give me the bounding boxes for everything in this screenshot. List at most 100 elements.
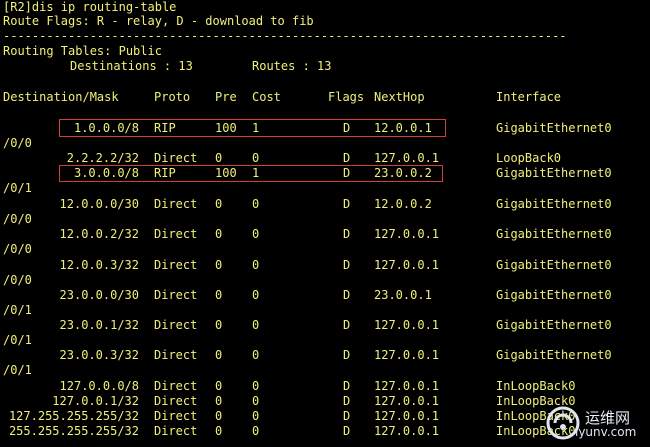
route-nexthop: 127.0.0.1 <box>374 151 440 165</box>
route-preference: 0 <box>215 197 223 211</box>
col-pre: Pre <box>215 90 237 104</box>
route-cost: 0 <box>252 409 260 423</box>
route-nexthop: 127.0.0.1 <box>374 379 440 393</box>
route-interface-wrap: /0/1 <box>3 333 32 347</box>
route-cost: 0 <box>252 227 260 241</box>
route-proto: Direct <box>154 424 198 438</box>
route-preference: 0 <box>215 394 223 408</box>
route-interface: GigabitEthernet0 <box>496 348 612 362</box>
route-flags: D <box>343 394 351 408</box>
route-proto: Direct <box>154 258 198 272</box>
watermark: 运维网 iyunv.com <box>545 405 650 445</box>
route-proto: Direct <box>154 318 198 332</box>
route-flags: D <box>343 258 351 272</box>
route-cost: 0 <box>252 424 260 438</box>
route-cost: 0 <box>252 379 260 393</box>
route-nexthop: 127.0.0.1 <box>374 258 440 272</box>
route-interface: GigabitEthernet0 <box>496 258 612 272</box>
routes-count: Routes : 13 <box>252 59 332 73</box>
route-preference: 0 <box>215 227 223 241</box>
route-interface: GigabitEthernet0 <box>496 288 612 302</box>
route-flags: D <box>343 197 351 211</box>
routing-tables-title: Routing Tables: Public <box>3 44 162 58</box>
route-destination: 12.0.0.0/30 <box>59 197 139 211</box>
route-interface: GigabitEthernet0 <box>496 166 612 180</box>
route-preference: 0 <box>215 424 223 438</box>
col-destination: Destination/Mask <box>3 90 119 104</box>
separator-line: ----------------------------------------… <box>3 29 567 43</box>
route-interface: GigabitEthernet0 <box>496 227 612 241</box>
route-destination: 2.2.2.2/32 <box>66 151 139 165</box>
route-interface-wrap: /0/0 <box>3 136 32 150</box>
route-destination: 255.255.255.255/32 <box>8 424 139 438</box>
route-interface-wrap: /0/1 <box>3 363 32 377</box>
route-proto: Direct <box>154 227 198 241</box>
route-flags: D <box>343 409 351 423</box>
route-nexthop: 127.0.0.1 <box>374 227 440 241</box>
col-flags: Flags <box>328 90 365 104</box>
route-destination: 127.255.255.255/32 <box>8 409 139 423</box>
highlight-box <box>59 165 443 182</box>
route-destination: 127.0.0.0/8 <box>59 379 139 393</box>
route-nexthop: 23.0.0.1 <box>374 288 432 302</box>
route-proto: Direct <box>154 379 198 393</box>
route-interface: GigabitEthernet0 <box>496 121 612 135</box>
route-flags: D <box>343 348 351 362</box>
route-interface: GigabitEthernet0 <box>496 318 612 332</box>
route-cost: 0 <box>252 348 260 362</box>
route-proto: Direct <box>154 288 198 302</box>
command-line: [R2]dis ip routing-table <box>3 0 177 14</box>
route-nexthop: 127.0.0.1 <box>374 424 440 438</box>
route-destination: 12.0.0.2/32 <box>59 227 139 241</box>
route-destination: 23.0.0.1/32 <box>59 318 139 332</box>
route-preference: 0 <box>215 258 223 272</box>
terminal-window: [R2]dis ip routing-table Route Flags: R … <box>0 0 650 447</box>
col-interface: Interface <box>496 90 562 104</box>
route-interface: GigabitEthernet0 <box>496 197 612 211</box>
route-destination: 23.0.0.0/30 <box>59 288 139 302</box>
route-interface-wrap: /0/1 <box>3 303 32 317</box>
route-cost: 0 <box>252 197 260 211</box>
route-flags-legend: Route Flags: R - relay, D - download to … <box>3 14 314 28</box>
route-flags: D <box>343 288 351 302</box>
col-proto: Proto <box>154 90 191 104</box>
route-preference: 0 <box>215 288 223 302</box>
route-proto: Direct <box>154 151 198 165</box>
route-proto: Direct <box>154 394 198 408</box>
route-flags: D <box>343 379 351 393</box>
route-cost: 0 <box>252 151 260 165</box>
route-nexthop: 127.0.0.1 <box>374 409 440 423</box>
destinations-count: Destinations : 13 <box>70 59 193 73</box>
route-proto: Direct <box>154 197 198 211</box>
route-interface-wrap: /0/0 <box>3 242 32 256</box>
route-interface: InLoopBack0 <box>496 379 576 393</box>
route-nexthop: 127.0.0.1 <box>374 394 440 408</box>
route-proto: Direct <box>154 409 198 423</box>
route-destination: 23.0.0.3/32 <box>59 348 139 362</box>
route-flags: D <box>343 227 351 241</box>
route-preference: 0 <box>215 151 223 165</box>
route-cost: 0 <box>252 258 260 272</box>
route-interface-wrap: /0/1 <box>3 181 32 195</box>
route-nexthop: 12.0.0.2 <box>374 197 432 211</box>
route-cost: 0 <box>252 394 260 408</box>
route-nexthop: 127.0.0.1 <box>374 318 440 332</box>
route-flags: D <box>343 424 351 438</box>
route-flags: D <box>343 318 351 332</box>
route-destination: 12.0.0.3/32 <box>59 258 139 272</box>
route-interface-wrap: /0/0 <box>3 212 32 226</box>
watermark-site-url: iyunv.com <box>575 425 637 439</box>
route-cost: 0 <box>252 318 260 332</box>
route-nexthop: 127.0.0.1 <box>374 348 440 362</box>
route-preference: 0 <box>215 318 223 332</box>
route-interface: LoopBack0 <box>496 151 562 165</box>
route-interface-wrap: /0/0 <box>3 273 32 287</box>
route-preference: 0 <box>215 409 223 423</box>
route-cost: 0 <box>252 288 260 302</box>
route-preference: 0 <box>215 348 223 362</box>
route-proto: Direct <box>154 348 198 362</box>
highlight-box <box>59 119 446 137</box>
route-preference: 0 <box>215 379 223 393</box>
col-cost: Cost <box>252 90 281 104</box>
route-flags: D <box>343 151 351 165</box>
